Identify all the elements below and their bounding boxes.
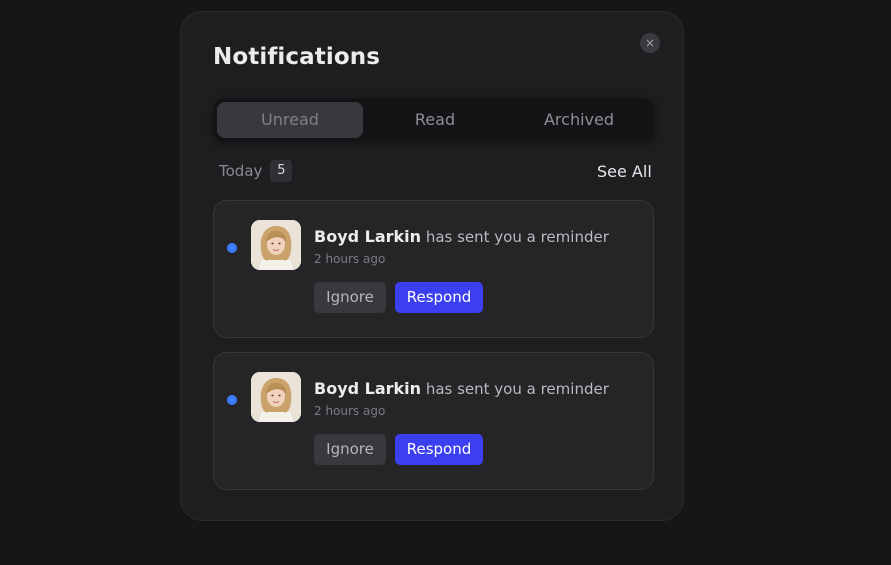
tab-read[interactable]: Read: [363, 102, 507, 138]
notification-message: Boyd Larkin has sent you a reminder: [314, 227, 609, 246]
ignore-button[interactable]: Ignore: [314, 434, 386, 465]
section-header: Today 5: [219, 160, 293, 182]
tab-bar: Unread Read Archived: [213, 98, 655, 142]
avatar: [251, 372, 301, 422]
panel-title: Notifications: [213, 44, 381, 70]
message-text: has sent you a reminder: [425, 228, 609, 246]
respond-button[interactable]: Respond: [395, 282, 483, 313]
tab-unread[interactable]: Unread: [217, 102, 363, 138]
respond-button[interactable]: Respond: [395, 434, 483, 465]
unread-indicator: [227, 243, 237, 253]
message-text: has sent you a reminder: [425, 380, 609, 398]
ignore-button[interactable]: Ignore: [314, 282, 386, 313]
section-label: Today: [219, 162, 263, 180]
sender-name: Boyd Larkin: [314, 379, 422, 398]
see-all-link[interactable]: See All: [597, 162, 652, 181]
unread-indicator: [227, 395, 237, 405]
close-icon[interactable]: ×: [640, 33, 660, 53]
tab-archived[interactable]: Archived: [507, 102, 651, 138]
avatar: [251, 220, 301, 270]
count-badge: 5: [270, 160, 293, 182]
timestamp: 2 hours ago: [314, 404, 386, 418]
notifications-panel: Notifications × Unread Read Archived Tod…: [180, 11, 684, 521]
sender-name: Boyd Larkin: [314, 227, 422, 246]
notification-message: Boyd Larkin has sent you a reminder: [314, 379, 609, 398]
notification-card: Boyd Larkin has sent you a reminder 2 ho…: [213, 352, 654, 490]
timestamp: 2 hours ago: [314, 252, 386, 266]
notification-card: Boyd Larkin has sent you a reminder 2 ho…: [213, 200, 654, 338]
